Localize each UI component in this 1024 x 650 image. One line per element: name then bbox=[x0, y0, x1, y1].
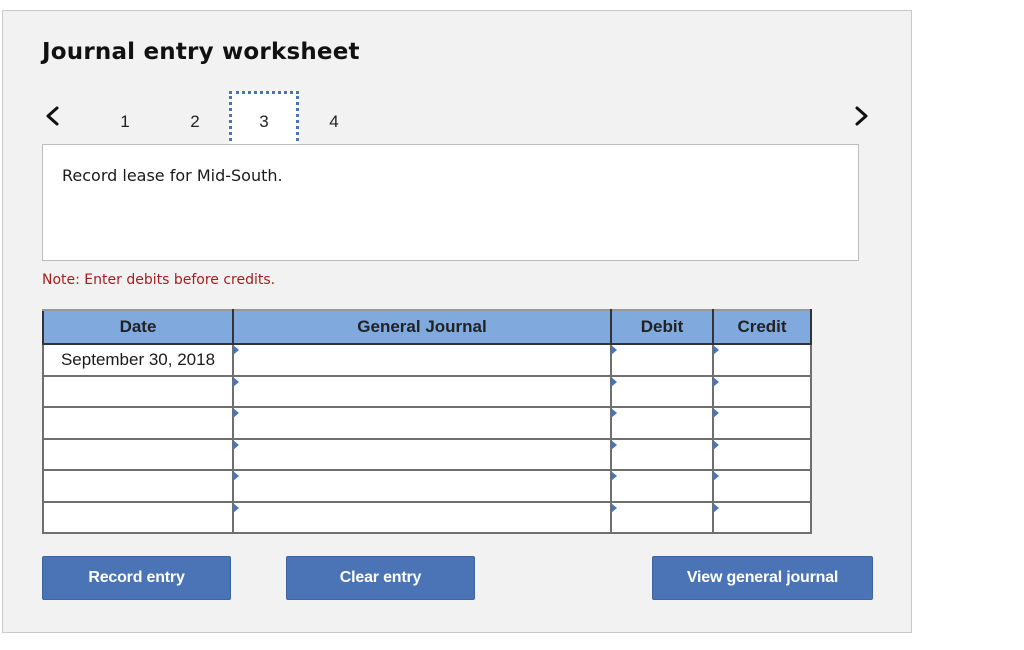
table-row bbox=[42, 374, 812, 408]
account-cell[interactable] bbox=[232, 437, 612, 471]
clear-entry-button[interactable]: Clear entry bbox=[286, 556, 475, 600]
credit-cell[interactable] bbox=[712, 374, 812, 408]
column-header-credit: Credit bbox=[712, 309, 812, 345]
credit-cell[interactable] bbox=[712, 343, 812, 377]
date-cell bbox=[42, 406, 234, 440]
debit-input[interactable] bbox=[615, 378, 710, 404]
debit-input[interactable] bbox=[615, 347, 710, 373]
account-input[interactable] bbox=[237, 473, 608, 499]
credit-cell[interactable] bbox=[712, 406, 812, 440]
dropdown-flag-icon bbox=[233, 471, 239, 481]
account-cell[interactable] bbox=[232, 469, 612, 503]
credit-cell[interactable] bbox=[712, 437, 812, 471]
account-input[interactable] bbox=[237, 347, 608, 373]
input-flag-icon bbox=[713, 345, 719, 355]
dropdown-flag-icon bbox=[233, 345, 239, 355]
account-cell[interactable] bbox=[232, 406, 612, 440]
debit-cell[interactable] bbox=[610, 343, 714, 377]
input-flag-icon bbox=[611, 471, 617, 481]
dropdown-flag-icon bbox=[233, 376, 239, 387]
credit-cell[interactable] bbox=[712, 500, 812, 534]
input-flag-icon bbox=[713, 408, 719, 418]
account-cell[interactable] bbox=[232, 374, 612, 408]
credit-input[interactable] bbox=[717, 347, 808, 373]
debit-cell[interactable] bbox=[610, 406, 714, 440]
column-header-date: Date bbox=[42, 309, 234, 345]
table-row bbox=[42, 500, 812, 534]
debit-credit-note: Note: Enter debits before credits. bbox=[42, 272, 276, 288]
debit-input[interactable] bbox=[615, 473, 710, 499]
credit-input[interactable] bbox=[717, 441, 808, 467]
input-flag-icon bbox=[713, 502, 719, 513]
journal-entry-table: Date General Journal Debit Credit Septem… bbox=[42, 309, 812, 534]
previous-step-button[interactable] bbox=[43, 104, 63, 128]
input-flag-icon bbox=[611, 439, 617, 450]
table-row bbox=[42, 437, 812, 471]
table-row: September 30, 2018 bbox=[42, 343, 812, 377]
debit-cell[interactable] bbox=[610, 500, 714, 534]
debit-input[interactable] bbox=[615, 410, 710, 436]
credit-input[interactable] bbox=[717, 410, 808, 436]
input-flag-icon bbox=[611, 502, 617, 513]
date-cell bbox=[42, 469, 234, 503]
date-cell bbox=[42, 437, 234, 471]
date-cell bbox=[42, 500, 234, 534]
debit-input[interactable] bbox=[615, 504, 710, 530]
account-input[interactable] bbox=[237, 441, 608, 467]
account-cell[interactable] bbox=[232, 500, 612, 534]
account-input[interactable] bbox=[237, 410, 608, 436]
journal-entry-worksheet-panel: Journal entry worksheet 1 2 3 4 Record l… bbox=[2, 10, 912, 633]
dropdown-flag-icon bbox=[233, 502, 239, 513]
credit-input[interactable] bbox=[717, 504, 808, 530]
input-flag-icon bbox=[713, 376, 719, 387]
input-flag-icon bbox=[713, 439, 719, 450]
account-input[interactable] bbox=[237, 378, 608, 404]
table-header-row: Date General Journal Debit Credit bbox=[42, 309, 812, 345]
step-navigation: 1 2 3 4 bbox=[3, 91, 913, 153]
debit-input[interactable] bbox=[615, 441, 710, 467]
account-cell[interactable] bbox=[232, 343, 612, 377]
input-flag-icon bbox=[611, 408, 617, 418]
debit-cell[interactable] bbox=[610, 374, 714, 408]
credit-input[interactable] bbox=[717, 473, 808, 499]
account-input[interactable] bbox=[237, 504, 608, 530]
dropdown-flag-icon bbox=[233, 408, 239, 418]
column-header-general-journal: General Journal bbox=[232, 309, 612, 345]
debit-cell[interactable] bbox=[610, 469, 714, 503]
chevron-left-icon bbox=[46, 106, 59, 126]
input-flag-icon bbox=[611, 376, 617, 387]
debit-cell[interactable] bbox=[610, 437, 714, 471]
entry-description-box: Record lease for Mid-South. bbox=[42, 144, 859, 261]
table-row bbox=[42, 406, 812, 440]
entry-description: Record lease for Mid-South. bbox=[62, 166, 283, 185]
view-general-journal-button[interactable]: View general journal bbox=[652, 556, 873, 600]
column-header-debit: Debit bbox=[610, 309, 714, 345]
chevron-right-icon bbox=[855, 106, 868, 126]
date-cell bbox=[42, 374, 234, 408]
table-row bbox=[42, 469, 812, 503]
next-step-button[interactable] bbox=[851, 104, 871, 128]
worksheet-title: Journal entry worksheet bbox=[42, 39, 360, 65]
record-entry-button[interactable]: Record entry bbox=[42, 556, 231, 600]
input-flag-icon bbox=[713, 471, 719, 481]
dropdown-flag-icon bbox=[233, 439, 239, 450]
credit-input[interactable] bbox=[717, 378, 808, 404]
input-flag-icon bbox=[611, 345, 617, 355]
date-cell: September 30, 2018 bbox=[42, 343, 234, 377]
credit-cell[interactable] bbox=[712, 469, 812, 503]
